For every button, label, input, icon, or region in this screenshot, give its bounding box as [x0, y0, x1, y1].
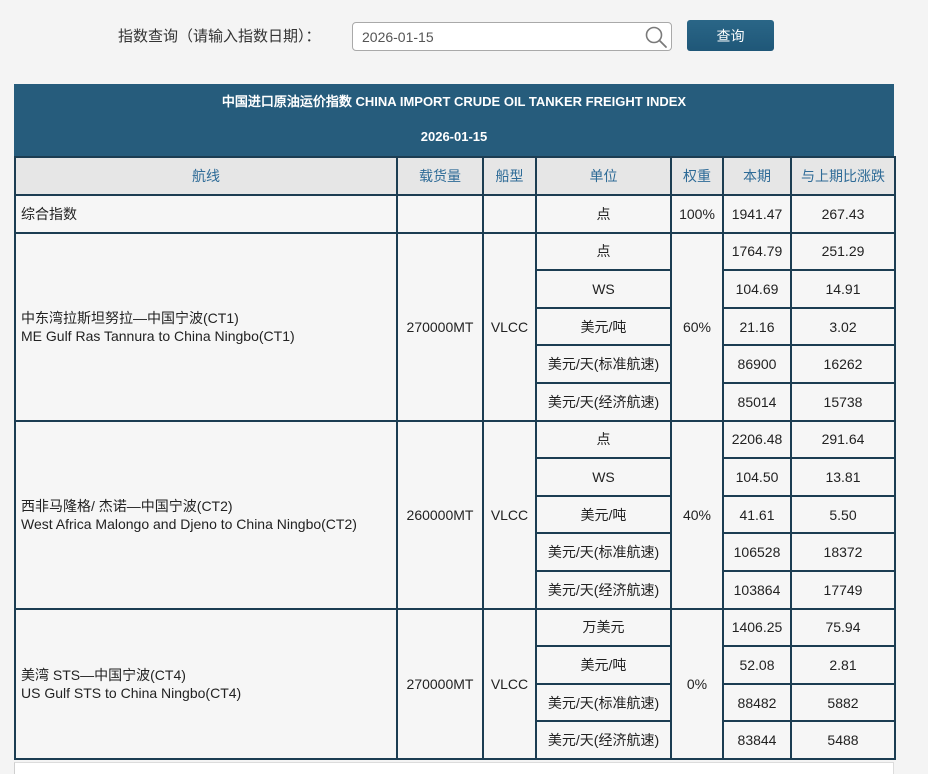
column-header-route: 航线 [14, 156, 398, 196]
table-row-composite: 综合指数 点 100% 1941.47 267.43 [14, 194, 896, 234]
unit-cell: 美元/天(标准航速) [535, 682, 672, 723]
table-title: 中国进口原油运价指数 CHINA IMPORT CRUDE OIL TANKER… [221, 94, 687, 109]
table-title-band: 中国进口原油运价指数 CHINA IMPORT CRUDE OIL TANKER… [14, 84, 894, 156]
current-value-cell: 41.61 [722, 494, 792, 535]
ship-type-cell: VLCC [482, 231, 537, 422]
freight-index-table: 航线 载货量 船型 单位 权重 本期 与上期比涨跌 综合指数 点 100% 19… [14, 156, 896, 760]
route-name-zh: 西非马隆格/ 杰诺—中国宁波(CT2) [21, 497, 233, 514]
route-name-zh: 中东湾拉斯坦努拉—中国宁波(CT1) [21, 309, 239, 326]
unit-cell: 美元/吨 [535, 645, 672, 685]
unit-cell: 美元/天(经济航速) [535, 569, 672, 610]
change-cell: 2.81 [790, 645, 896, 685]
current-value-cell: 85014 [722, 381, 792, 422]
change-cell: 13.81 [790, 457, 896, 497]
unit-cell: 点 [535, 231, 672, 272]
current-value-cell: 1406.25 [722, 607, 792, 648]
route-cell-ct4: 美湾 STS—中国宁波(CT4) US Gulf STS to China Ni… [14, 607, 398, 760]
route-name-en: US Gulf STS to China Ningbo(CT4) [21, 684, 242, 701]
query-bar: 指数查询（请输入指数日期）： 查询 [0, 0, 928, 70]
cargo-cell: 270000MT [396, 231, 484, 422]
weight-cell: 60% [670, 231, 724, 422]
search-icon [644, 25, 668, 49]
current-value-cell: 103864 [722, 569, 792, 610]
current-value-cell: 104.69 [722, 269, 792, 309]
cargo-cell [396, 194, 484, 234]
change-cell: 5488 [790, 720, 896, 760]
change-cell: 3.02 [790, 306, 896, 347]
change-cell: 17749 [790, 569, 896, 610]
current-value-cell: 106528 [722, 532, 792, 572]
query-label: 指数查询（请输入指数日期）： [118, 28, 321, 45]
current-value-cell: 21.16 [722, 306, 792, 347]
unit-cell: 点 [535, 419, 672, 460]
change-cell: 291.64 [790, 419, 896, 460]
cargo-cell: 260000MT [396, 419, 484, 610]
ship-type-cell [482, 194, 537, 234]
route-cell-ct1: 中东湾拉斯坦努拉—中国宁波(CT1) ME Gulf Ras Tannura t… [14, 231, 398, 422]
unit-cell: WS [535, 457, 672, 497]
unit-cell: 美元/吨 [535, 494, 672, 535]
date-input[interactable] [362, 23, 632, 50]
column-header-row: 航线 载货量 船型 单位 权重 本期 与上期比涨跌 [14, 156, 896, 196]
column-header-current: 本期 [722, 156, 792, 196]
current-value-cell: 83844 [722, 720, 792, 760]
weight-cell: 0% [670, 607, 724, 760]
date-input-box[interactable] [352, 22, 672, 51]
cargo-cell: 270000MT [396, 607, 484, 760]
unit-cell: 美元/天(标准航速) [535, 532, 672, 572]
column-header-weight: 权重 [670, 156, 724, 196]
route-name-en: ME Gulf Ras Tannura to China Ningbo(CT1) [21, 327, 295, 344]
column-header-change: 与上期比涨跌 [790, 156, 896, 196]
current-value-cell: 2206.48 [722, 419, 792, 460]
change-cell: 15738 [790, 381, 896, 422]
weight-cell: 100% [670, 194, 724, 234]
table-row: 中东湾拉斯坦努拉—中国宁波(CT1) ME Gulf Ras Tannura t… [14, 231, 896, 422]
next-section-edge [14, 762, 894, 774]
current-value-cell: 88482 [722, 682, 792, 723]
query-button[interactable]: 查询 [687, 20, 774, 51]
weight-cell: 40% [670, 419, 724, 610]
change-cell: 251.29 [790, 231, 896, 272]
ship-type-cell: VLCC [482, 607, 537, 760]
unit-cell: 美元/天(经济航速) [535, 720, 672, 760]
route-cell-composite: 综合指数 [14, 194, 398, 234]
unit-cell: WS [535, 269, 672, 309]
unit-cell: 美元/天(经济航速) [535, 381, 672, 422]
change-cell: 14.91 [790, 269, 896, 309]
column-header-ship-type: 船型 [482, 156, 537, 196]
unit-cell: 美元/天(标准航速) [535, 344, 672, 384]
change-cell: 5882 [790, 682, 896, 723]
unit-cell: 万美元 [535, 607, 672, 648]
route-name-en: West Africa Malongo and Djeno to China N… [21, 515, 357, 532]
table-row: 美湾 STS—中国宁波(CT4) US Gulf STS to China Ni… [14, 607, 896, 760]
change-cell: 16262 [790, 344, 896, 384]
route-name-zh: 美湾 STS—中国宁波(CT4) [21, 666, 186, 683]
change-cell: 75.94 [790, 607, 896, 648]
column-header-unit: 单位 [535, 156, 672, 196]
change-cell: 267.43 [790, 194, 896, 234]
current-value-cell: 104.50 [722, 457, 792, 497]
ship-type-cell: VLCC [482, 419, 537, 610]
unit-cell: 点 [535, 194, 672, 234]
current-value-cell: 86900 [722, 344, 792, 384]
current-value-cell: 1764.79 [722, 231, 792, 272]
table-row: 西非马隆格/ 杰诺—中国宁波(CT2) West Africa Malongo … [14, 419, 896, 610]
route-cell-ct2: 西非马隆格/ 杰诺—中国宁波(CT2) West Africa Malongo … [14, 419, 398, 610]
current-value-cell: 52.08 [722, 645, 792, 685]
current-value-cell: 1941.47 [722, 194, 792, 234]
table-date: 2026-01-15 [420, 129, 488, 144]
change-cell: 5.50 [790, 494, 896, 535]
unit-cell: 美元/吨 [535, 306, 672, 347]
column-header-cargo: 载货量 [396, 156, 484, 196]
change-cell: 18372 [790, 532, 896, 572]
